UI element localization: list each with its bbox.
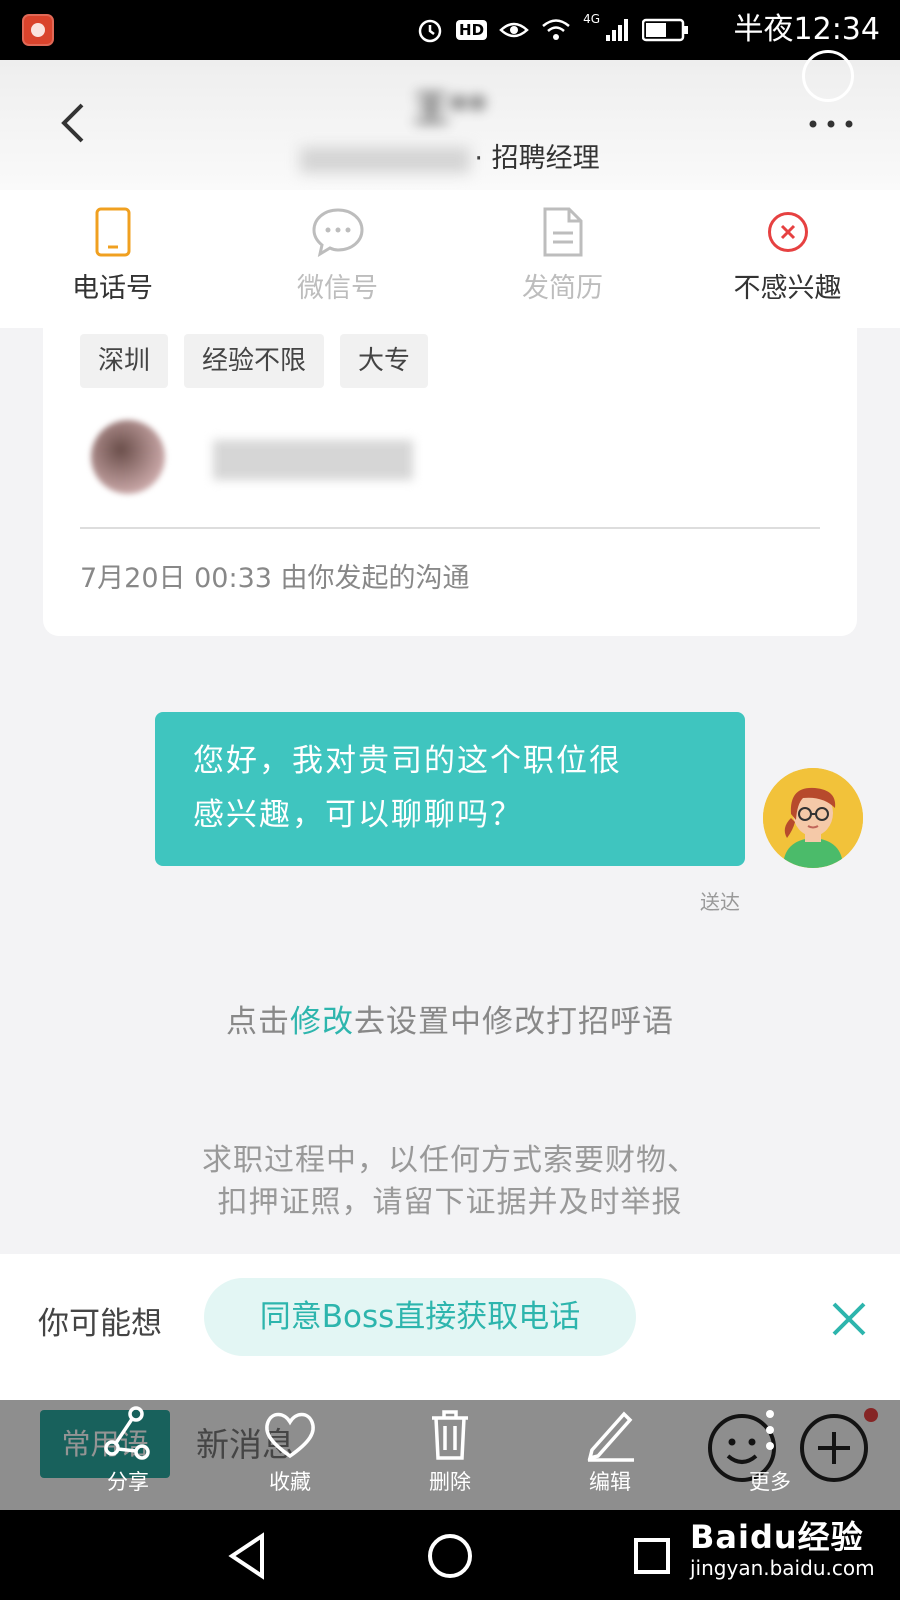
status-icons: HD 4G: [416, 12, 690, 48]
circle-home-icon: [428, 1534, 472, 1578]
nav-back-button[interactable]: [222, 1528, 278, 1584]
job-tags: 深圳 经验不限 大专: [80, 334, 429, 388]
delivery-status: 送达: [700, 890, 740, 914]
phone-action[interactable]: 电话号: [0, 190, 225, 328]
network-type: 4G: [583, 12, 600, 26]
share-button[interactable]: 分享: [68, 1400, 188, 1510]
favorite-label: 收藏: [269, 1470, 311, 1494]
warning-line-2: 扣押证照，请留下证据并及时举报: [217, 1185, 683, 1220]
hd-icon: HD: [456, 20, 488, 40]
contact-subtitle: · 招聘经理: [0, 136, 900, 175]
app-notification-icon: [22, 14, 54, 46]
signal-icon: [606, 19, 628, 41]
delete-button[interactable]: 删除: [390, 1400, 510, 1510]
phone-icon: [95, 207, 130, 257]
company-name-blurred: [300, 146, 471, 173]
not-interested-action-label: 不感兴趣: [733, 273, 842, 304]
phone-action-label: 电话号: [72, 273, 153, 304]
message-text-line-2: 感兴趣，可以聊聊吗？: [193, 797, 523, 833]
resume-action[interactable]: 发简历: [450, 190, 675, 328]
card-divider: [80, 527, 820, 529]
share-label: 分享: [107, 1470, 149, 1494]
recruiter-avatar[interactable]: [91, 420, 165, 494]
more-vertical-icon: [766, 1410, 774, 1450]
clock: 半夜12:34: [733, 12, 880, 47]
not-interested-icon: [767, 212, 808, 252]
nav-recents-button[interactable]: [624, 1528, 680, 1584]
wechat-action[interactable]: 微信号: [225, 190, 450, 328]
tag-location: 深圳: [80, 334, 169, 388]
hint-suffix: 去设置中修改打招呼语: [354, 1004, 674, 1040]
favorite-button[interactable]: 收藏: [230, 1400, 350, 1510]
trash-icon: [432, 1410, 468, 1460]
edit-label: 编辑: [589, 1470, 631, 1494]
contact-role: · 招聘经理: [474, 143, 600, 174]
greeting-hint: 点击修改去设置中修改打招呼语: [0, 996, 900, 1041]
chat-header: 王** · 招聘经理: [0, 50, 900, 190]
suggestion-label: 你可能想: [38, 1306, 162, 1342]
triangle-back-icon: [228, 1532, 264, 1580]
suggestion-close-button[interactable]: [826, 1296, 872, 1342]
watermark-sub: jingyan.baidu.com: [690, 1556, 875, 1580]
more-horizontal-icon: [809, 120, 853, 128]
battery-icon: [642, 18, 688, 42]
resume-icon: [543, 207, 582, 257]
suggestion-bar: 你可能想 同意Boss直接获取电话: [0, 1254, 900, 1400]
allow-phone-button[interactable]: 同意Boss直接获取电话: [204, 1278, 636, 1356]
conversation-started-text: 7月20日 00:33 由你发起的沟通: [80, 563, 470, 594]
wechat-action-label: 微信号: [297, 273, 378, 304]
my-avatar[interactable]: [763, 768, 863, 868]
edit-button[interactable]: 编辑: [550, 1400, 670, 1510]
tag-experience: 经验不限: [184, 334, 325, 388]
more-options-button[interactable]: [806, 104, 856, 144]
wifi-icon: [542, 19, 570, 40]
eye-icon: [499, 22, 529, 38]
contact-action-bar: 电话号 微信号 发简历 不感兴趣: [0, 190, 900, 328]
more-button[interactable]: 更多: [710, 1400, 830, 1510]
warning-line-1: 求职过程中，以任何方式索要财物、: [202, 1143, 698, 1178]
edit-greeting-link[interactable]: 修改: [290, 1004, 354, 1040]
job-card[interactable]: 深圳 经验不限 大专 7月20日 00:33 由你发起的沟通: [43, 320, 857, 636]
delete-label: 删除: [429, 1470, 471, 1494]
square-recents-icon: [634, 1538, 670, 1574]
heart-icon: [265, 1412, 315, 1459]
share-icon: [104, 1406, 150, 1460]
message-text-line-1: 您好，我对贵司的这个职位很: [193, 743, 622, 779]
alarm-icon: [418, 19, 442, 43]
status-bar: HD 4G 半夜12:34: [0, 0, 900, 60]
tag-education: 大专: [340, 334, 429, 388]
wechat-icon: [311, 208, 364, 257]
avatar-illustration: [763, 768, 863, 868]
nav-home-button[interactable]: [422, 1528, 478, 1584]
safety-warning: 求职过程中，以任何方式索要财物、 扣押证照，请留下证据并及时举报: [0, 1140, 900, 1224]
hint-prefix: 点击: [226, 1004, 290, 1040]
close-icon: [832, 1302, 866, 1336]
not-interested-action[interactable]: 不感兴趣: [675, 190, 900, 328]
message-bubble[interactable]: 您好，我对贵司的这个职位很 感兴趣，可以聊聊吗？: [155, 712, 745, 866]
resume-action-label: 发简历: [522, 273, 603, 304]
contact-name: 王**: [413, 89, 487, 130]
pencil-icon: [587, 1411, 634, 1462]
recruiter-name-blurred: [213, 440, 413, 480]
watermark-main: Baidu经验: [690, 1518, 864, 1556]
baidu-watermark: Baidu经验 jingyan.baidu.com: [690, 1512, 875, 1580]
share-menu-overlay: 分享 收藏 删除 编辑 更多: [0, 1400, 900, 1510]
more-label: 更多: [749, 1470, 791, 1494]
